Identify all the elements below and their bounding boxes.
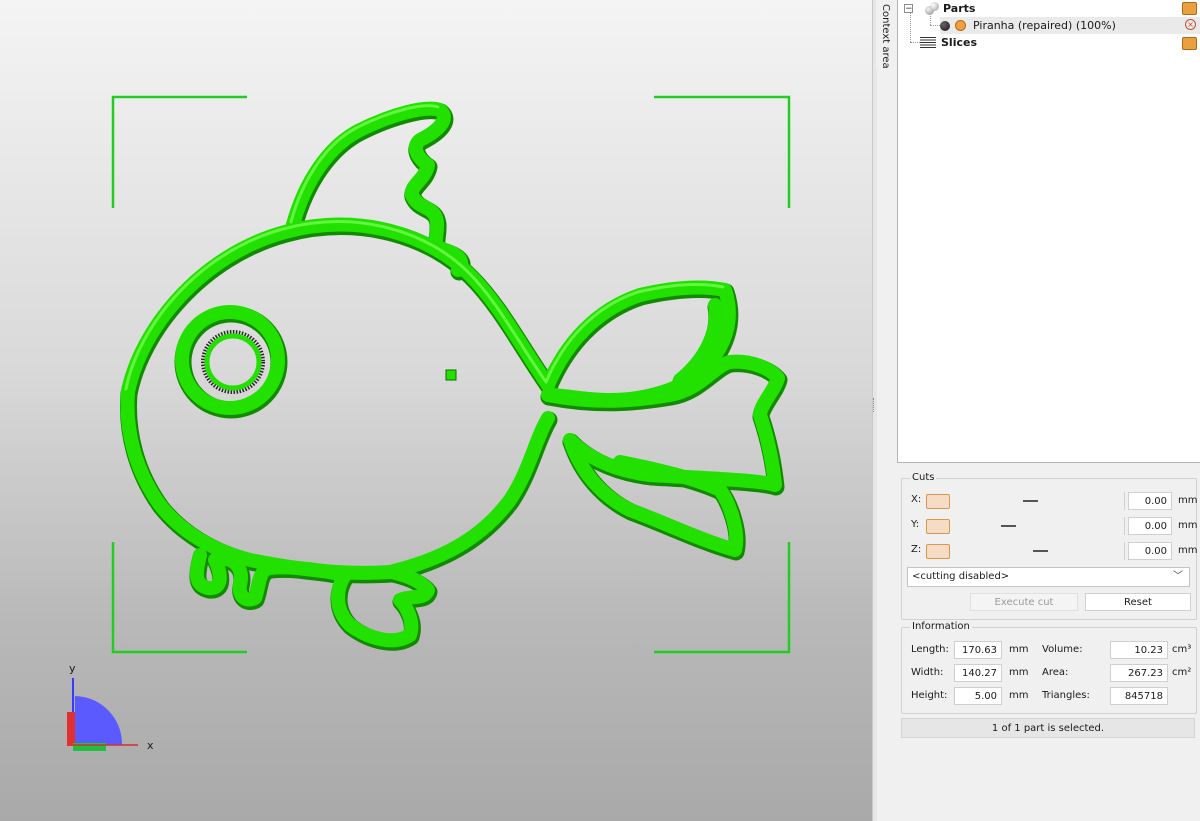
reset-button[interactable]: Reset xyxy=(1085,593,1191,611)
parts-icon xyxy=(925,2,939,15)
cut-z-slider-handle[interactable] xyxy=(1033,550,1048,552)
height-value: 5.00 xyxy=(954,687,1002,705)
height-unit: mm xyxy=(1009,690,1029,701)
object-tree[interactable]: − Parts Piranha (repaired) (100%) × Slic… xyxy=(897,0,1200,463)
cut-mode-value: <cutting disabled> xyxy=(912,571,1010,582)
selection-status: 1 of 1 part is selected. xyxy=(901,718,1195,738)
cut-mode-select[interactable]: <cutting disabled> ﹀ xyxy=(907,567,1190,587)
cut-z-input[interactable]: 0.00 xyxy=(1128,542,1172,560)
volume-value: 10.23 xyxy=(1110,641,1168,659)
cut-y-input[interactable]: 0.00 xyxy=(1128,517,1172,535)
tree-item-slices-label: Slices xyxy=(941,36,977,49)
length-value: 170.63 xyxy=(954,641,1002,659)
cut-z-unit: mm xyxy=(1178,545,1198,556)
fish-eye xyxy=(174,305,288,419)
area-label: Area: xyxy=(1042,667,1069,678)
3d-viewport[interactable]: y x xyxy=(0,0,872,821)
triangles-value: 845718 xyxy=(1110,687,1168,705)
width-label: Width: xyxy=(911,667,944,678)
tree-item-part-label: Piranha (repaired) (100%) xyxy=(973,19,1116,32)
orange-eye-icon[interactable] xyxy=(955,20,966,31)
height-label: Height: xyxy=(911,690,948,701)
information-group-title: Information xyxy=(910,621,972,632)
slices-icon xyxy=(920,37,936,48)
cut-x-slider-handle[interactable] xyxy=(1023,500,1038,502)
collapse-toggle[interactable]: − xyxy=(904,4,913,14)
length-unit: mm xyxy=(1009,644,1029,655)
cut-x-slider[interactable] xyxy=(957,492,1125,510)
area-unit: cm² xyxy=(1172,667,1192,678)
chevron-down-icon: ﹀ xyxy=(1173,571,1183,582)
area-value: 267.23 xyxy=(1110,664,1168,682)
information-group: Information Length: 170.63 mm Volume: 10… xyxy=(901,621,1197,714)
length-label: Length: xyxy=(911,644,949,655)
cut-z-label: Z: xyxy=(911,544,922,555)
folder-open-icon[interactable] xyxy=(1182,37,1197,50)
tree-item-slices[interactable]: Slices xyxy=(920,34,1190,51)
tree-item-parts-label: Parts xyxy=(943,2,976,15)
volume-unit: cm³ xyxy=(1172,644,1192,655)
tree-item-parts[interactable]: − Parts xyxy=(904,0,1194,17)
context-area-label: Context area xyxy=(880,4,891,69)
axis-gizmo xyxy=(67,678,138,751)
cut-z-slider[interactable] xyxy=(957,542,1125,560)
center-marker xyxy=(445,369,457,381)
cut-x-toggle[interactable] xyxy=(926,494,950,509)
axis-y-label: y xyxy=(69,662,76,675)
remove-icon[interactable]: × xyxy=(1185,19,1196,30)
width-unit: mm xyxy=(1009,667,1029,678)
cut-x-input[interactable]: 0.00 xyxy=(1128,492,1172,510)
width-value: 140.27 xyxy=(954,664,1002,682)
splitter-grip[interactable] xyxy=(873,398,876,412)
axis-x-label: x xyxy=(147,739,154,752)
execute-cut-button[interactable]: Execute cut xyxy=(970,593,1078,611)
tree-line xyxy=(910,42,920,43)
cut-y-slider[interactable] xyxy=(957,517,1125,535)
viewport-canvas[interactable] xyxy=(0,0,872,821)
cut-x-label: X: xyxy=(911,494,922,505)
tree-line xyxy=(930,25,940,26)
triangles-label: Triangles: xyxy=(1042,690,1090,701)
properties-panel: Cuts X: 0.00 mm Y: 0.00 mm Z: 0.00 mm <c… xyxy=(897,463,1200,821)
black-sphere-icon xyxy=(940,20,950,31)
tree-item-part[interactable]: Piranha (repaired) (100%) xyxy=(940,17,1200,34)
cut-x-unit: mm xyxy=(1178,495,1198,506)
volume-label: Volume: xyxy=(1042,644,1083,655)
cut-z-toggle[interactable] xyxy=(926,544,950,559)
cuts-group-title: Cuts xyxy=(910,472,937,483)
cuts-group: Cuts X: 0.00 mm Y: 0.00 mm Z: 0.00 mm <c… xyxy=(901,472,1198,620)
folder-open-icon[interactable] xyxy=(1182,2,1197,15)
cut-y-toggle[interactable] xyxy=(926,519,950,534)
cut-y-unit: mm xyxy=(1178,520,1198,531)
cut-y-label: Y: xyxy=(911,519,920,530)
cut-y-slider-handle[interactable] xyxy=(1001,525,1016,527)
